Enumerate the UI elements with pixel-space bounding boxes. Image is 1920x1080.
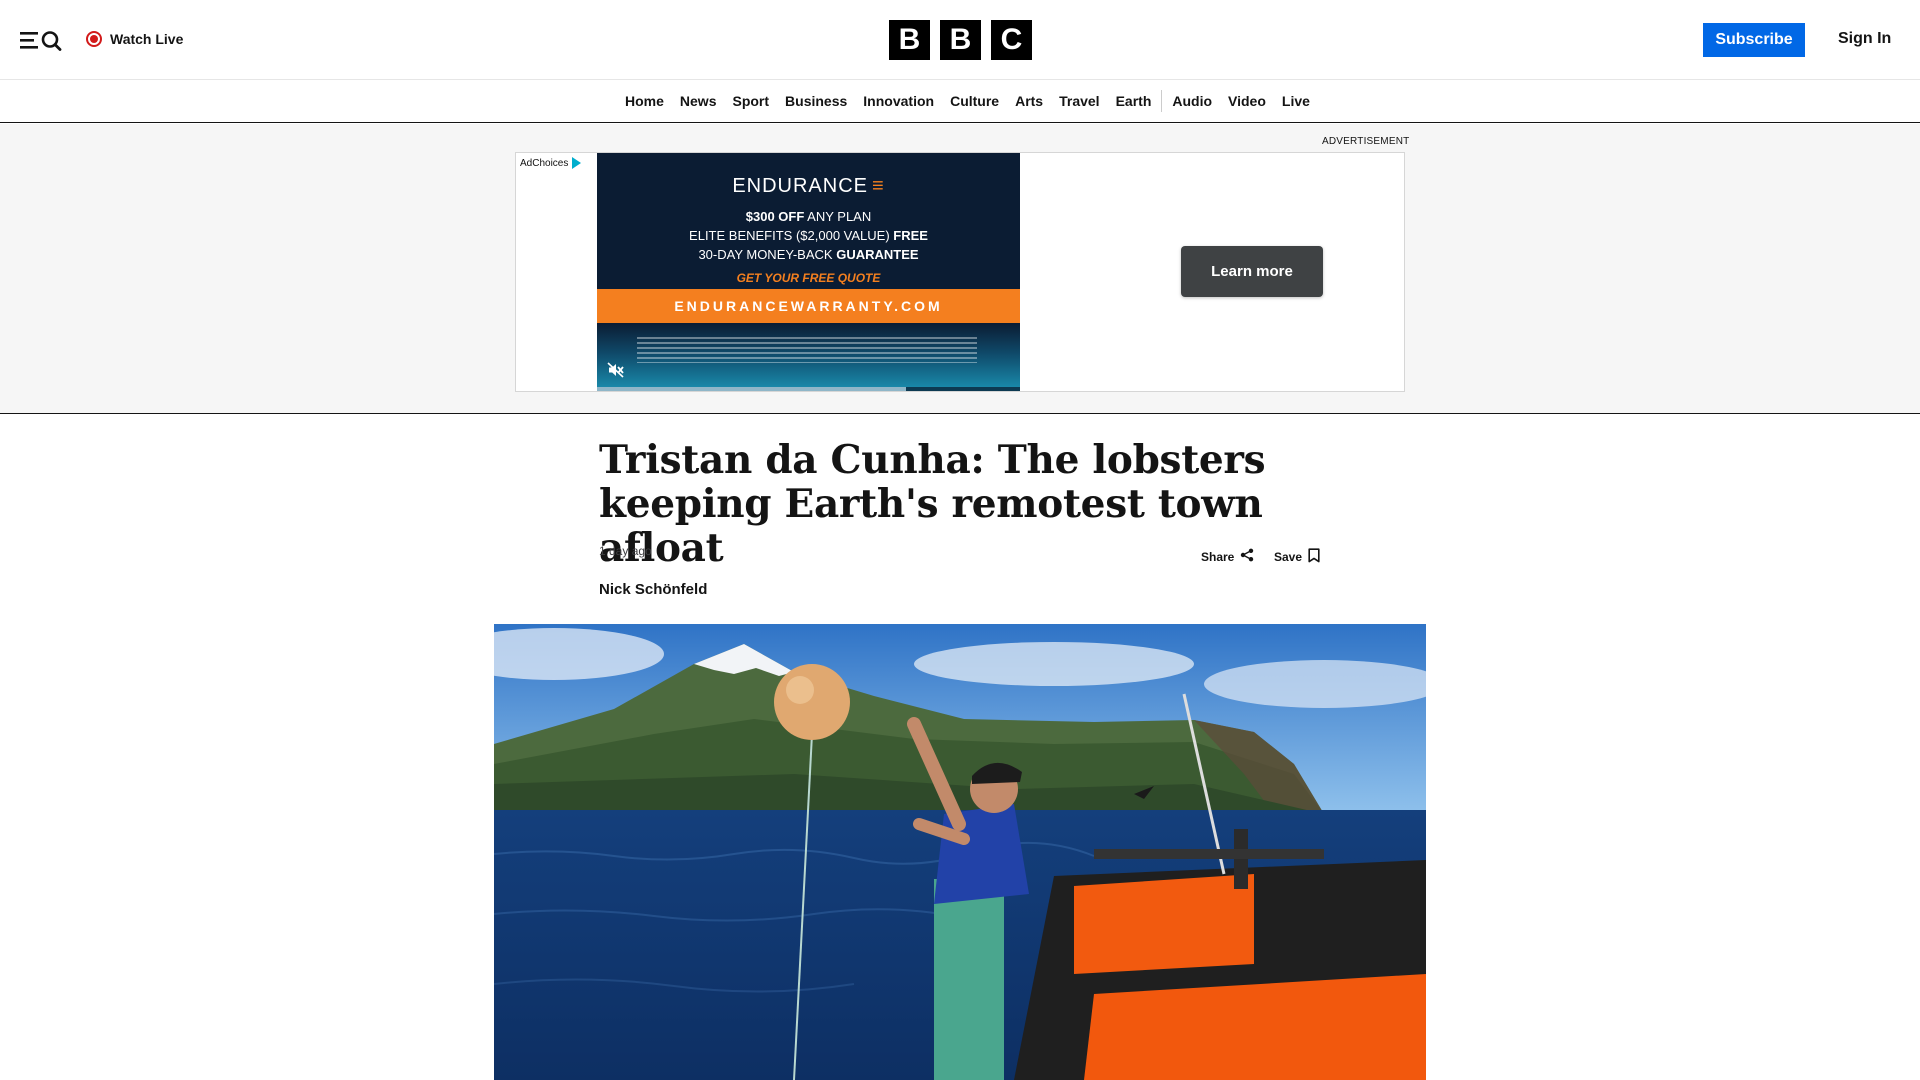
ad-video-progress[interactable] [597, 387, 1020, 391]
nav-item-home[interactable]: Home [617, 93, 672, 109]
main-nav: Home News Sport Business Innovation Cult… [0, 80, 1920, 123]
subscribe-button[interactable]: Subscribe [1703, 23, 1805, 57]
hero-image[interactable] [494, 624, 1426, 1080]
nav-item-video[interactable]: Video [1220, 93, 1274, 109]
ad-fine-print [637, 337, 977, 363]
adchoices-label: AdChoices [520, 157, 569, 169]
menu-search-icon [20, 26, 64, 56]
ad-benefits-bold: FREE [893, 228, 928, 243]
ad-guarantee-rest: 30-DAY MONEY-BACK [698, 247, 837, 262]
article-byline: Nick Schönfeld [599, 581, 708, 598]
nav-item-sport[interactable]: Sport [724, 93, 777, 109]
watch-live-link[interactable]: Watch Live [86, 29, 183, 49]
nav-item-arts[interactable]: Arts [1007, 93, 1051, 109]
advertisement-section: ADVERTISEMENT AdChoices ENDURANCE ≡ $300 … [0, 124, 1920, 414]
ad-cta: GET YOUR FREE QUOTE [736, 271, 881, 285]
nav-item-audio[interactable]: Audio [1164, 93, 1220, 109]
sign-in-link[interactable]: Sign In [1838, 30, 1891, 48]
ad-video-progress-fill [905, 387, 1020, 391]
nav-list: Home News Sport Business Innovation Cult… [617, 80, 1318, 122]
nav-item-travel[interactable]: Travel [1051, 93, 1107, 109]
logo-letter: B [940, 20, 981, 60]
ad-creative[interactable]: ENDURANCE ≡ $300 OFF ANY PLAN ELITE BENEF… [597, 153, 1020, 391]
nav-item-culture[interactable]: Culture [942, 93, 1007, 109]
brand-mark-icon: ≡ [872, 175, 885, 197]
menu-search-button[interactable] [20, 26, 64, 56]
nav-item-innovation[interactable]: Innovation [855, 93, 942, 109]
ad-benefits-rest: ELITE BENEFITS ($2,000 VALUE) [689, 228, 894, 243]
bbc-logo[interactable]: B B C [889, 20, 1032, 60]
article-timestamp: 1 day ago [599, 544, 652, 558]
ad-benefits-line: ELITE BENEFITS ($2,000 VALUE) FREE [597, 228, 1020, 243]
logo-letter: C [991, 20, 1032, 60]
learn-more-button[interactable]: Learn more [1181, 246, 1323, 297]
share-label: Share [1201, 549, 1235, 564]
bookmark-icon [1308, 548, 1320, 566]
ad-offer-bold: $300 OFF [745, 209, 805, 224]
ad-offer-line: $300 OFF ANY PLAN [597, 209, 1020, 224]
watch-live-label: Watch Live [110, 31, 184, 47]
nav-item-earth[interactable]: Earth [1108, 93, 1160, 109]
adchoices-icon [572, 157, 582, 169]
muted-speaker-icon[interactable] [607, 361, 625, 379]
ad-guarantee-bold: GUARANTEE [836, 247, 919, 262]
ad-brand-name: ENDURANCE [732, 175, 868, 197]
share-button[interactable]: Share [1201, 548, 1254, 565]
save-button[interactable]: Save [1274, 548, 1320, 566]
top-bar: Watch Live B B C Subscribe Sign In [0, 0, 1920, 80]
logo-letter: B [889, 20, 930, 60]
adchoices-link[interactable]: AdChoices [520, 157, 582, 169]
ad-url: ENDURANCEWARRANTY.COM [597, 289, 1020, 323]
ad-fine-print-area [597, 323, 1020, 391]
nav-item-live[interactable]: Live [1274, 93, 1318, 109]
nav-item-news[interactable]: News [672, 93, 725, 109]
ad-frame: AdChoices ENDURANCE ≡ $300 OFF ANY PLAN E… [515, 152, 1405, 392]
nav-item-business[interactable]: Business [777, 93, 855, 109]
share-icon [1240, 548, 1254, 565]
ad-brand: ENDURANCE ≡ [597, 175, 1020, 198]
ad-guarantee-line: 30-DAY MONEY-BACK GUARANTEE [597, 247, 1020, 262]
save-label: Save [1274, 550, 1303, 564]
ad-offer-rest: ANY PLAN [804, 209, 872, 224]
advertisement-label: ADVERTISEMENT [1322, 136, 1410, 147]
nav-divider [1161, 90, 1163, 112]
live-dot-icon [86, 31, 102, 47]
